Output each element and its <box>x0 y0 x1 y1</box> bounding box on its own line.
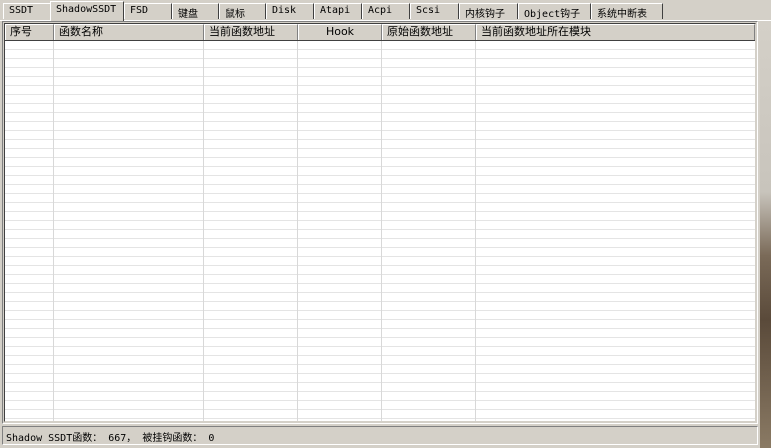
tab-label: Acpi <box>368 5 393 16</box>
tab-keyboard[interactable]: 键盘 <box>172 3 219 19</box>
column-divider <box>53 41 54 421</box>
status-bar: Shadow SSDT函数： 667， 被挂钩函数： 0 <box>2 426 758 445</box>
tab-panel: 序号 函数名称 当前函数地址 Hook 原始函数地址 当前函数地址所在模块 <box>2 21 758 424</box>
tab-mouse[interactable]: 鼠标 <box>219 3 266 19</box>
tab-label: Atapi <box>320 5 351 16</box>
tab-label: Disk <box>272 5 297 16</box>
column-divider <box>297 41 298 421</box>
tab-atapi[interactable]: Atapi <box>314 3 362 19</box>
column-header-index[interactable]: 序号 <box>5 24 54 40</box>
column-header-module[interactable]: 当前函数地址所在模块 <box>476 24 755 40</box>
tab-acpi[interactable]: Acpi <box>362 3 410 19</box>
column-header-current-address[interactable]: 当前函数地址 <box>204 24 298 40</box>
function-list[interactable]: 序号 函数名称 当前函数地址 Hook 原始函数地址 当前函数地址所在模块 <box>4 23 756 422</box>
column-header-hook[interactable]: Hook <box>298 24 382 40</box>
tab-fsd[interactable]: FSD <box>124 3 172 19</box>
list-rows[interactable] <box>5 41 755 421</box>
list-header: 序号 函数名称 当前函数地址 Hook 原始函数地址 当前函数地址所在模块 <box>5 24 755 41</box>
tab-label: SSDT <box>9 5 34 16</box>
column-divider <box>475 41 476 421</box>
tab-interrupt-table[interactable]: 系统中断表 <box>591 3 663 19</box>
tab-object-hooks[interactable]: Object钩子 <box>518 3 591 19</box>
column-divider <box>381 41 382 421</box>
status-text: Shadow SSDT函数： 667， 被挂钩函数： 0 <box>6 433 215 444</box>
tab-label: Object钩子 <box>524 9 581 19</box>
tab-scsi[interactable]: Scsi <box>410 3 459 19</box>
column-header-function-name[interactable]: 函数名称 <box>54 24 204 40</box>
tab-label: 系统中断表 <box>597 9 647 19</box>
column-header-original-address[interactable]: 原始函数地址 <box>382 24 476 40</box>
tab-label: FSD <box>130 5 149 16</box>
tab-label: 鼠标 <box>225 9 245 19</box>
tab-label: 键盘 <box>178 9 198 19</box>
tab-label: Scsi <box>416 5 441 16</box>
tab-disk[interactable]: Disk <box>266 3 314 19</box>
tab-label: 内核钩子 <box>465 9 505 19</box>
background-edge <box>760 21 771 448</box>
tab-ssdt[interactable]: SSDT <box>3 3 51 19</box>
tab-kernel-hooks[interactable]: 内核钩子 <box>459 3 518 19</box>
tab-shadowssdt[interactable]: ShadowSSDT <box>50 1 124 21</box>
tab-label: ShadowSSDT <box>56 4 117 15</box>
tab-strip: SSDT ShadowSSDT FSD 键盘 鼠标 Disk Atapi Acp… <box>0 0 771 21</box>
column-divider <box>203 41 204 421</box>
